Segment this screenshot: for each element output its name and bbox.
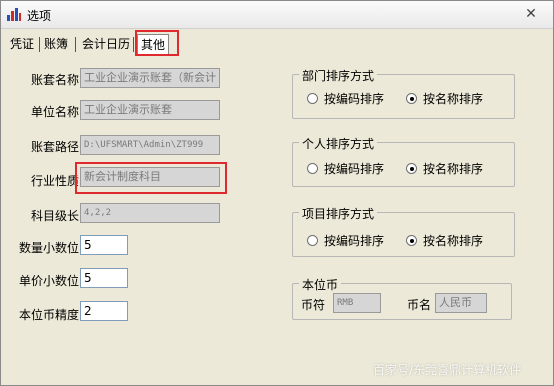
industry-label: 行业性质 [31, 174, 80, 188]
radio-dot-selected [406, 93, 417, 104]
price-decimals-label: 单价小数位 [19, 274, 80, 288]
personal-sort-by-name-radio[interactable]: 按名称排序 [406, 160, 483, 177]
tab-divider [133, 37, 134, 52]
tab-divider [75, 37, 76, 52]
account-set-name-label: 账套名称 [31, 73, 80, 87]
radio-label: 按编码排序 [324, 92, 385, 106]
personal-sort-by-code-radio[interactable]: 按编码排序 [307, 160, 384, 177]
app-chart-icon [7, 8, 21, 21]
options-dialog: 选项 ✕ 凭证 账簿 会计日历 其他 账套名称 工业企业演示账套（新会计 单位名… [0, 0, 554, 386]
tab-voucher[interactable]: 凭证 [7, 34, 37, 56]
personal-sort-title: 个人排序方式 [299, 135, 378, 152]
currency-name-field: 人民币 [435, 293, 487, 313]
radio-label: 按编码排序 [324, 234, 385, 248]
department-sort-by-code-radio[interactable]: 按编码排序 [307, 90, 384, 107]
radio-label: 按名称排序 [423, 162, 484, 176]
department-sort-title: 部门排序方式 [299, 67, 378, 84]
window-title: 选项 [27, 9, 52, 23]
qty-decimals-input[interactable]: 5 [80, 235, 128, 255]
price-decimals-input[interactable]: 5 [80, 268, 128, 288]
radio-label: 按编码排序 [324, 162, 385, 176]
radio-label: 按名称排序 [423, 92, 484, 106]
project-sort-by-code-radio[interactable]: 按编码排序 [307, 232, 384, 249]
radio-dot [307, 235, 318, 246]
radio-dot [307, 93, 318, 104]
account-set-name-field: 工业企业演示账套（新会计 [80, 68, 220, 88]
close-icon[interactable]: ✕ [522, 6, 540, 22]
currency-name-label: 币名 [407, 298, 432, 312]
base-currency-group: 本位币 币符 RMB 币名 人民币 [292, 276, 512, 320]
currency-precision-label: 本位币精度 [19, 308, 80, 322]
tab-accounting-calendar[interactable]: 会计日历 [79, 34, 133, 56]
currency-symbol-label: 币符 [301, 298, 326, 312]
company-name-label: 单位名称 [31, 105, 80, 119]
department-sort-by-name-radio[interactable]: 按名称排序 [406, 90, 483, 107]
personal-sort-group: 个人排序方式 按编码排序 按名称排序 [292, 135, 515, 187]
radio-label: 按名称排序 [423, 234, 484, 248]
qty-decimals-label: 数量小数位 [19, 241, 80, 255]
project-sort-group: 项目排序方式 按编码排序 按名称排序 [292, 205, 515, 257]
department-sort-group: 部门排序方式 按编码排序 按名称排序 [292, 67, 515, 119]
radio-dot-selected [406, 235, 417, 246]
account-path-field: D:\UFSMART\Admin\ZT999 [80, 135, 220, 155]
project-sort-by-name-radio[interactable]: 按名称排序 [406, 232, 483, 249]
company-name-field: 工业企业演示账套 [80, 100, 220, 120]
tab-ledger[interactable]: 账簿 [41, 34, 71, 56]
account-path-label: 账套路径 [31, 140, 80, 154]
tab-divider [39, 37, 40, 52]
watermark-text: 百家号/东莞喜鼎计算机软件 [373, 363, 522, 377]
currency-precision-input[interactable]: 2 [80, 301, 128, 321]
subject-levels-label: 科目级长 [31, 209, 80, 223]
subject-levels-field: 4,2,2 [80, 203, 220, 223]
industry-field: 新会计制度科目 [80, 167, 220, 187]
title-bar: 选项 ✕ [1, 1, 553, 29]
project-sort-title: 项目排序方式 [299, 205, 378, 222]
currency-symbol-field: RMB [333, 293, 381, 313]
base-currency-title: 本位币 [299, 276, 342, 293]
tab-other[interactable]: 其他 [137, 34, 170, 55]
radio-dot-selected [406, 163, 417, 174]
radio-dot [307, 163, 318, 174]
